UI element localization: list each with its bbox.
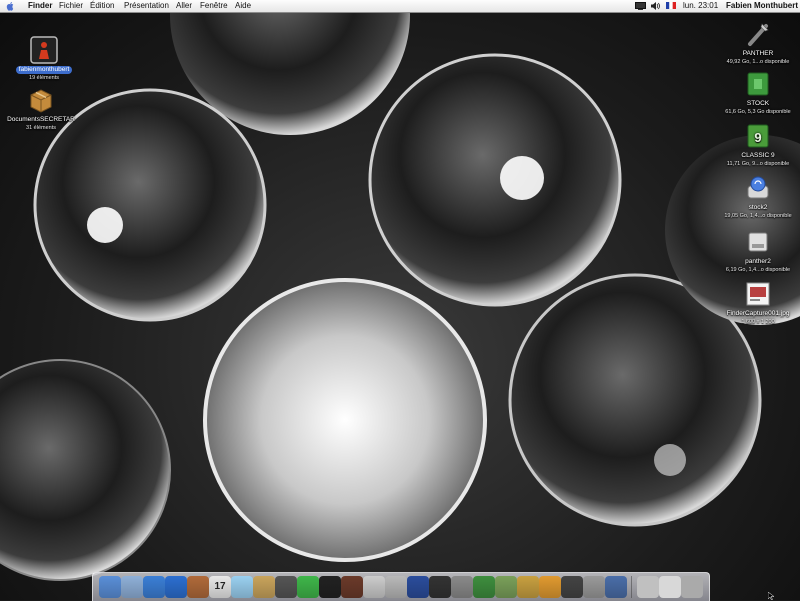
documents-dock-icon[interactable] xyxy=(659,576,681,598)
app-dock-icon-1[interactable] xyxy=(341,576,363,598)
finder-dock-icon[interactable] xyxy=(99,576,121,598)
menu-edition[interactable]: Édition xyxy=(88,0,116,12)
bubbles-wallpaper xyxy=(0,0,800,581)
french-flag-icon[interactable] xyxy=(666,2,676,9)
tool-dock-icon[interactable] xyxy=(451,576,473,598)
address-book-dock-icon[interactable] xyxy=(187,576,209,598)
desktop-icon-label: panther2 xyxy=(745,258,771,265)
desktop-icon-info: 19,05 Go, 1,4...o disponible xyxy=(724,213,792,219)
desktop-icon-panther-disk[interactable]: PANTHER 49,92 Go, 1...o disponible xyxy=(714,20,800,66)
home-folder-icon xyxy=(30,36,58,64)
classic-drive-icon: 9 xyxy=(744,122,772,150)
desktop-icon-info: 31 éléments xyxy=(26,125,56,131)
desktop-icon-info: 49,92 Go, 1...o disponible xyxy=(726,59,790,65)
desktop-icon-info: 1 600 x 1 200 xyxy=(741,319,775,325)
desktop-icon-stock2-disk[interactable]: stock2 19,05 Go, 1,4...o disponible xyxy=(714,174,800,220)
desktop-icon-info: 19 éléments xyxy=(29,75,59,81)
safari-dock-icon[interactable] xyxy=(143,576,165,598)
x11-dock-icon[interactable] xyxy=(561,576,583,598)
ical-date: 17 xyxy=(214,581,226,592)
desktop-icon-label: stock2 xyxy=(748,204,768,211)
desktop-icon-stock-disk[interactable]: STOCK 61,6 Go, 5,3 Go disponible xyxy=(714,70,800,116)
internet-explorer-dock-icon[interactable] xyxy=(165,576,187,598)
trash-dock-icon[interactable] xyxy=(681,576,703,598)
jpeg-file-icon xyxy=(744,280,772,308)
desktop-icon-label: FinderCapture001.jpg xyxy=(726,310,790,317)
chat-dock-icon[interactable] xyxy=(539,576,561,598)
dock: 17 xyxy=(92,572,710,601)
menu-bar: Finder Fichier Édition Présentation Alle… xyxy=(0,0,800,13)
clapper-dock-icon[interactable] xyxy=(429,576,451,598)
menubar-user-name[interactable]: Fabien Monthubert xyxy=(724,0,800,12)
graphic-dock-icon[interactable] xyxy=(473,576,495,598)
desktop-icon-label: fabienmonthubert xyxy=(15,66,73,74)
mail-dock-icon[interactable] xyxy=(121,576,143,598)
desktop-icon-label: PANTHER xyxy=(742,50,774,57)
menu-fenetre[interactable]: Fenêtre xyxy=(198,0,230,12)
desktop-icon-label: STOCK xyxy=(746,100,770,107)
disc-dock-icon[interactable] xyxy=(637,576,659,598)
calculator-dock-icon[interactable] xyxy=(275,576,297,598)
mouse-cursor-icon xyxy=(768,592,775,600)
menu-aller[interactable]: Aller xyxy=(174,0,194,12)
desktop-icon-info: 61,6 Go, 5,3 Go disponible xyxy=(725,109,791,115)
skype-dock-icon[interactable] xyxy=(297,576,319,598)
desktop-icon-label: CLASSIC 9 xyxy=(741,152,775,159)
firewire-drive-icon xyxy=(744,174,772,202)
volume-icon[interactable] xyxy=(651,2,660,10)
svg-text:9: 9 xyxy=(754,130,761,145)
desktop-icon-panther2-disk[interactable]: panther2 6,19 Go, 1,4...o disponible xyxy=(714,228,800,274)
folder-dock-icon[interactable] xyxy=(605,576,627,598)
menu-presentation[interactable]: Présentation xyxy=(122,0,171,12)
desktop-icon-info: 6,19 Go, 1,4...o disponible xyxy=(725,267,791,273)
disk-utility-dock-icon[interactable] xyxy=(363,576,385,598)
desktop-icon-documents-package[interactable]: DocumentsSECRETAR 31 éléments xyxy=(0,86,85,132)
desktop[interactable]: Finder Fichier Édition Présentation Alle… xyxy=(0,0,800,601)
desktop-icon-findercapture-file[interactable]: FinderCapture001.jpg 1 600 x 1 200 xyxy=(714,280,800,326)
green-drive-icon xyxy=(744,70,772,98)
desktop-icon-classic9-disk[interactable]: 9 CLASSIC 9 11,71 Go, 9...o disponible xyxy=(714,122,800,168)
package-box-icon xyxy=(27,86,55,114)
desktop-icon-label: DocumentsSECRETAR xyxy=(7,116,75,123)
terminal-dock-icon[interactable] xyxy=(319,576,341,598)
menu-fichier[interactable]: Fichier xyxy=(57,0,85,12)
dock-separator xyxy=(631,576,632,598)
itunes-dock-icon[interactable] xyxy=(231,576,253,598)
iphoto-dock-icon[interactable] xyxy=(253,576,275,598)
startup-disk-icon xyxy=(744,20,772,48)
imovie-dock-icon[interactable] xyxy=(407,576,429,598)
network-dock-icon[interactable] xyxy=(517,576,539,598)
system-prefs-dock-icon[interactable] xyxy=(583,576,605,598)
desktop-icon-info: 11,71 Go, 9...o disponible xyxy=(726,161,790,167)
menu-aide[interactable]: Aide xyxy=(233,0,253,12)
menu-finder[interactable]: Finder xyxy=(26,0,54,12)
ical-dock-icon[interactable]: 17 xyxy=(209,576,231,598)
pen-dock-icon[interactable] xyxy=(495,576,517,598)
display-menu-icon[interactable] xyxy=(635,2,646,10)
apple-menu-icon[interactable] xyxy=(6,1,15,11)
menubar-clock[interactable]: lun. 23:01 xyxy=(681,0,720,12)
internal-drive-icon xyxy=(744,228,772,256)
desktop-icon-home-folder[interactable]: fabienmonthubert 19 éléments xyxy=(0,36,88,82)
photo-dock-icon[interactable] xyxy=(385,576,407,598)
